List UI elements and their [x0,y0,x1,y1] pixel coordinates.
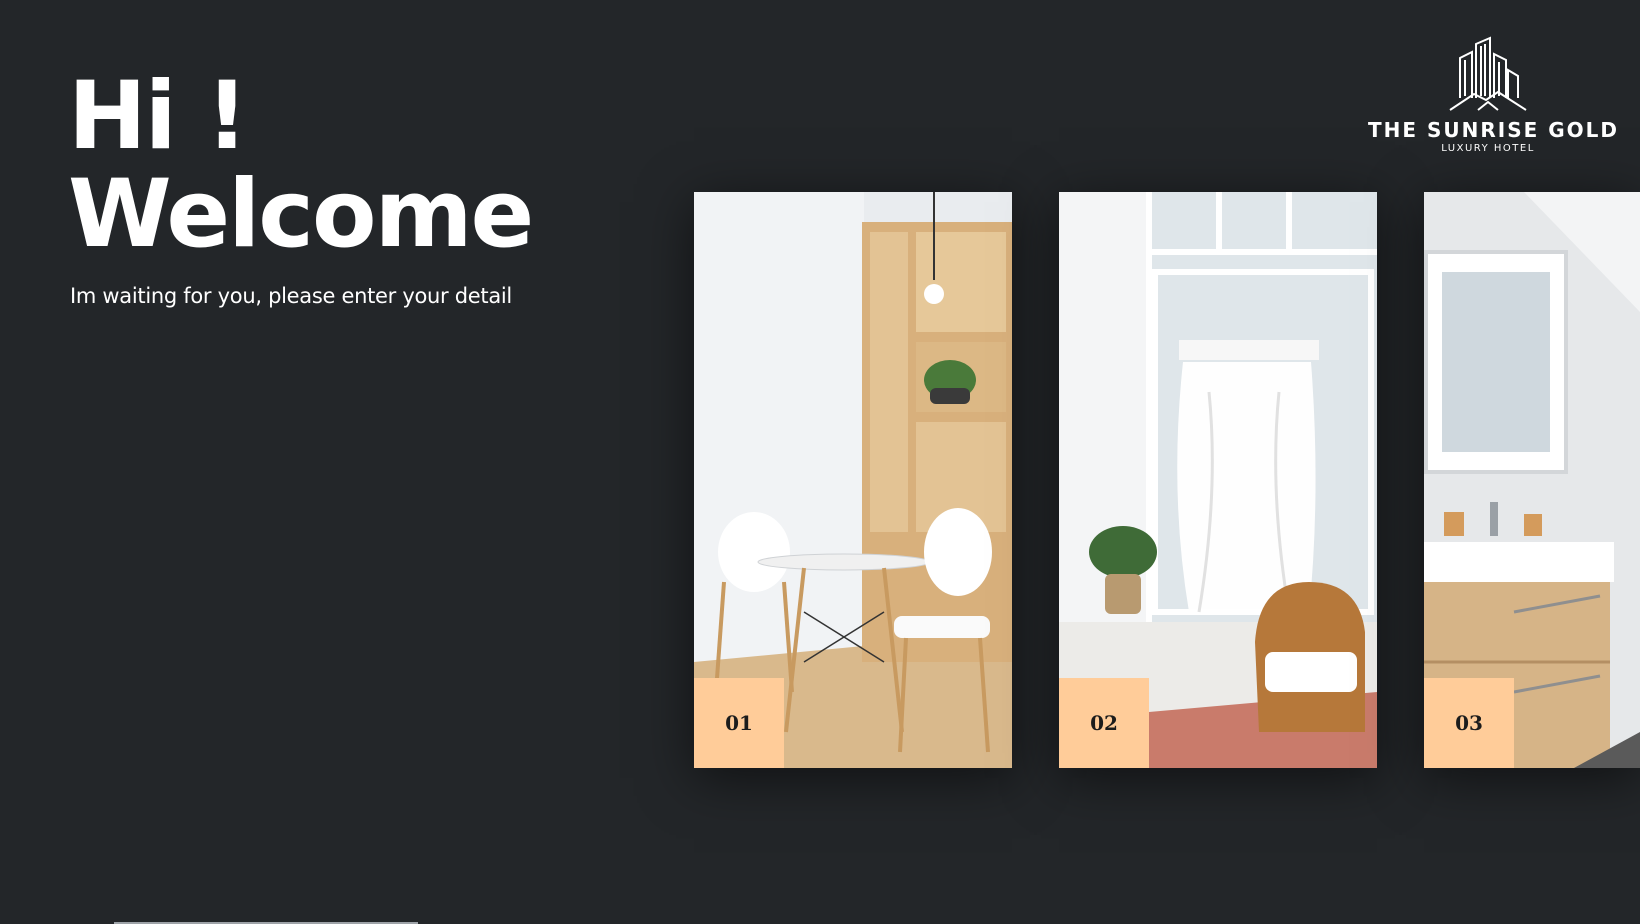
hotel-logo: THE SUNRISE GOLD LUXURY HOTEL [1368,36,1620,154]
greeting-line-welcome: Welcome [68,160,534,269]
welcome-heading: Hi ! Welcome [68,62,534,269]
welcome-subtitle: Im waiting for you, please enter your de… [70,284,512,308]
hotel-tagline: LUXURY HOTEL [1441,143,1535,154]
hotel-brand-name: THE SUNRISE GOLD [1368,118,1620,142]
greeting-line-hi: Hi ! [68,62,249,171]
room-card-02[interactable]: 02 [1059,192,1377,768]
room-card-01[interactable]: 01 [694,192,1012,768]
room-number-badge: 01 [694,678,784,768]
room-number-badge: 02 [1059,678,1149,768]
room-card-03[interactable]: 03 [1424,192,1640,768]
building-skyline-icon [1449,36,1527,111]
room-number-badge: 03 [1424,678,1514,768]
